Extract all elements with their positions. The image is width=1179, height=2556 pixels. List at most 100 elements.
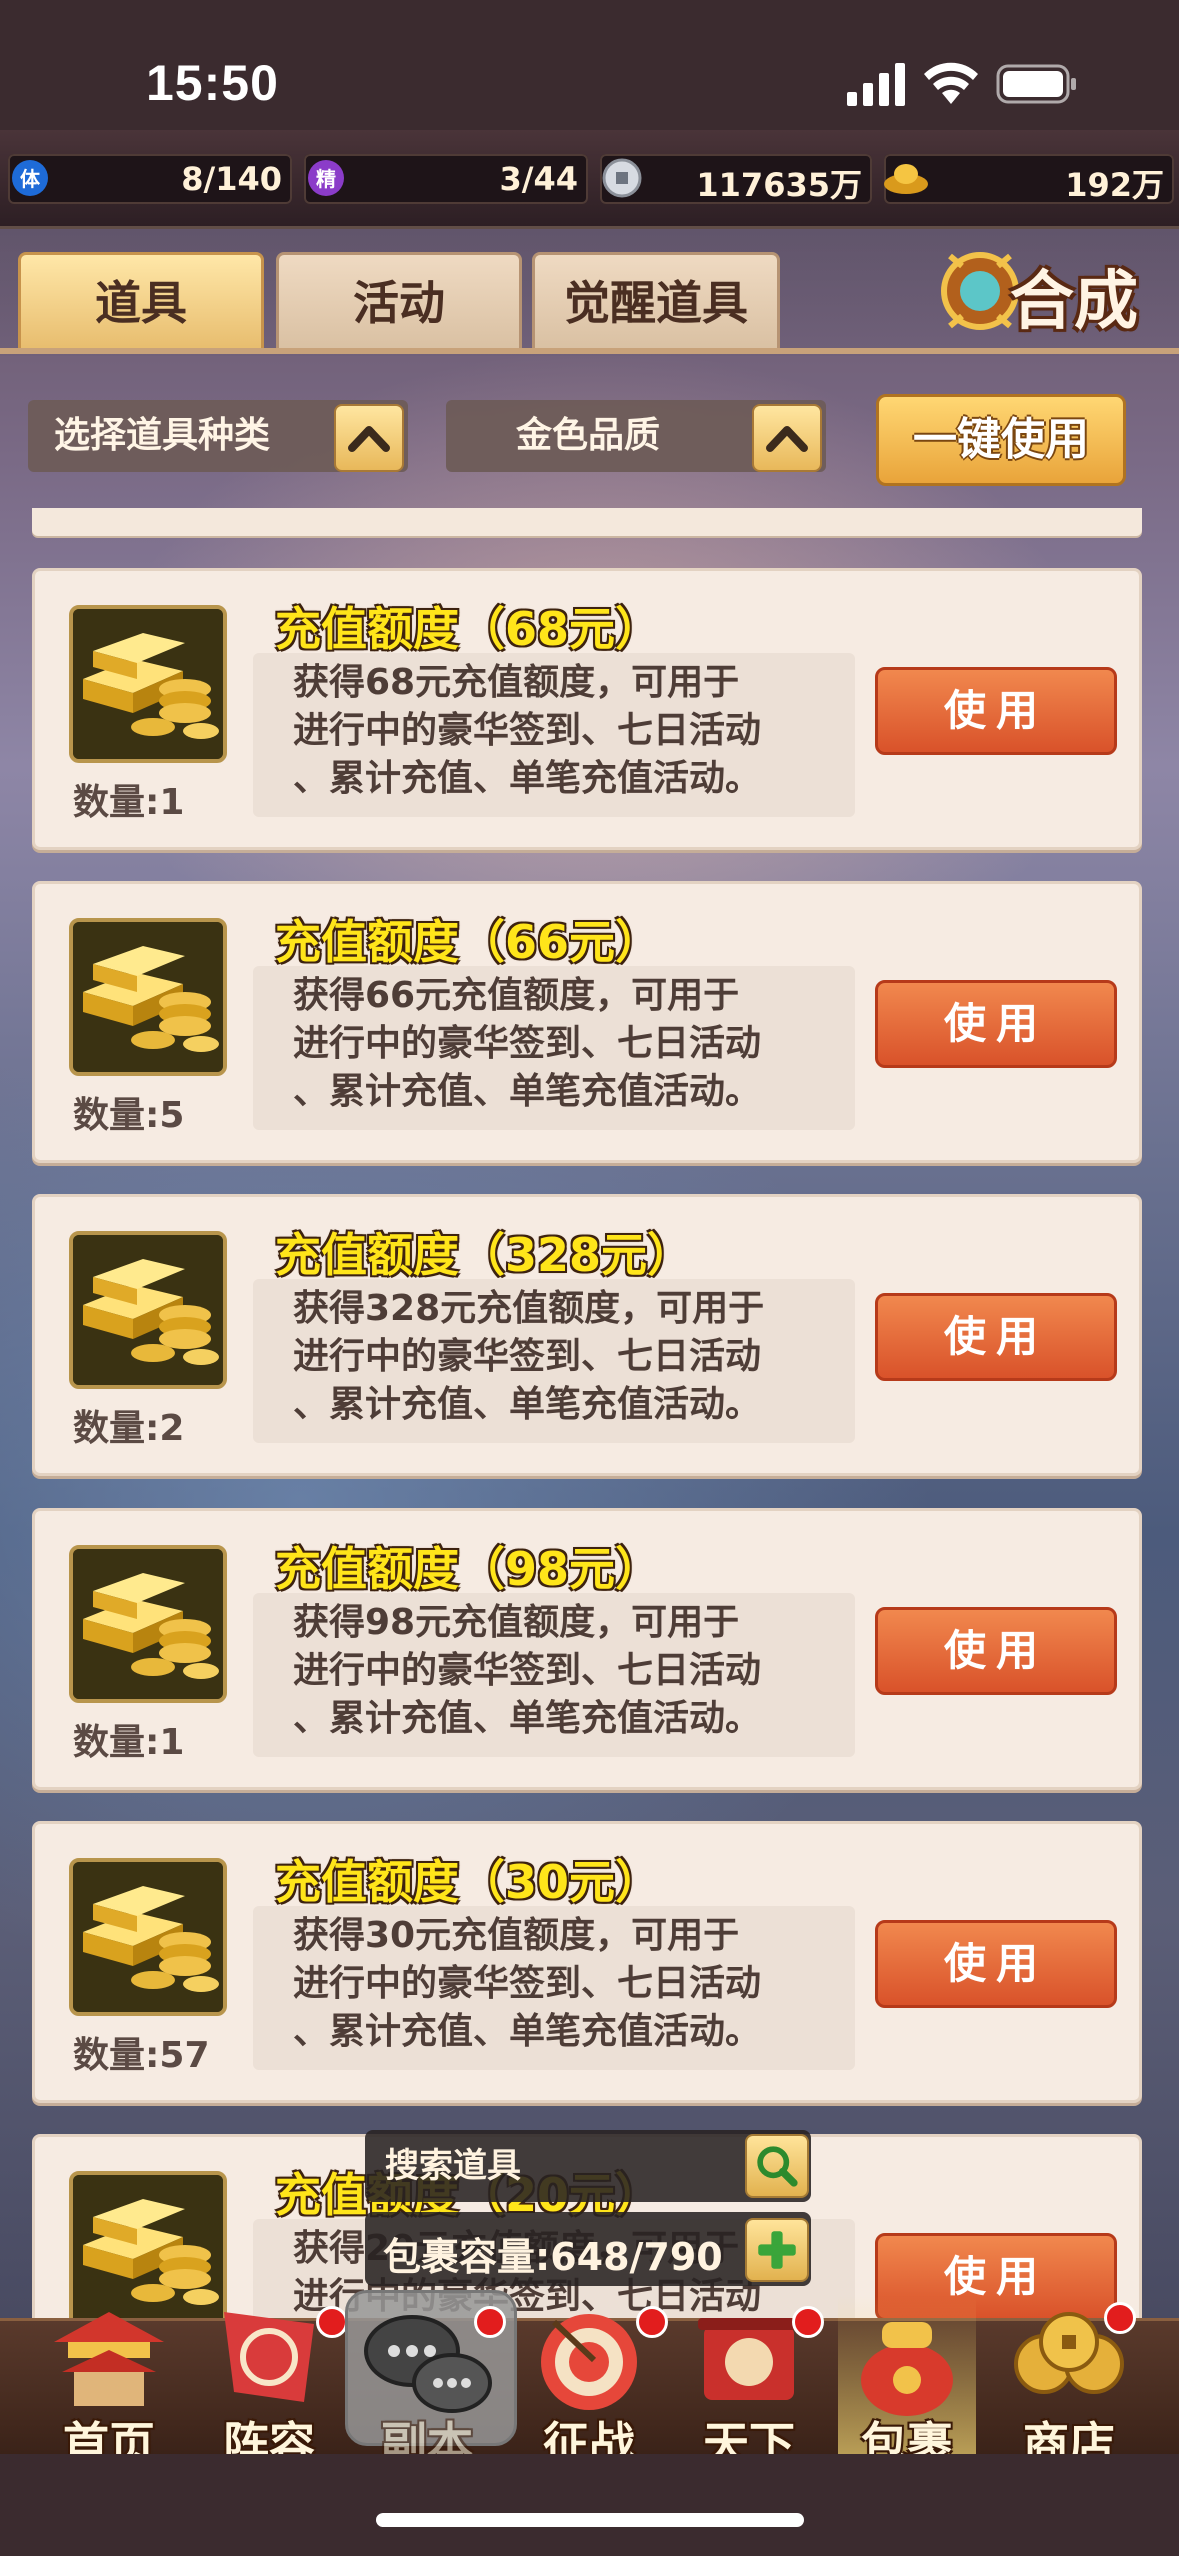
item-card: 数量:57 充值额度（30元） 获得30元充值额度，可用于 进行中的豪华签到、七… bbox=[32, 1821, 1142, 2103]
svg-text:体: 体 bbox=[20, 167, 41, 191]
use-button[interactable]: 使用 bbox=[875, 667, 1117, 755]
signal-icon bbox=[847, 63, 905, 106]
item-description-line: 获得328元充值额度，可用于 bbox=[293, 1288, 765, 1329]
item-title: 充值额度（98元） bbox=[275, 1542, 662, 1596]
nav-shop[interactable]: 商店 bbox=[994, 2296, 1144, 2471]
item-description-line: 获得68元充值额度，可用于 bbox=[293, 662, 740, 703]
use-button[interactable]: 使用 bbox=[875, 1920, 1117, 2008]
item-description: 获得30元充值额度，可用于 进行中的豪华签到、七日活动 、累计充值、单笔充值活动… bbox=[253, 1906, 855, 2070]
item-card: 数量:1 充值额度（98元） 获得98元充值额度，可用于 进行中的豪华签到、七日… bbox=[32, 1508, 1142, 1790]
wifi-icon bbox=[924, 62, 978, 104]
item-card: 数量:1 充值额度（68元） 获得68元充值额度，可用于 进行中的豪华签到、七日… bbox=[32, 568, 1142, 850]
status-bar: 15:50 bbox=[0, 0, 1179, 130]
item-quantity: 数量:2 bbox=[73, 1408, 185, 1449]
palace-icon bbox=[54, 2312, 164, 2406]
silver-counter[interactable]: 117635万 bbox=[600, 154, 872, 204]
nav-campaign[interactable]: 征战 bbox=[514, 2296, 668, 2471]
notification-badge bbox=[1104, 2302, 1136, 2334]
energy-counter[interactable]: 精 3/44 bbox=[304, 154, 588, 204]
item-description: 获得328元充值额度，可用于 进行中的豪华签到、七日活动 、累计充值、单笔充值活… bbox=[253, 1279, 855, 1443]
gold-value: 192万 bbox=[1065, 166, 1164, 204]
nav-bag[interactable]: 包裹 bbox=[832, 2296, 982, 2471]
chevron-up-icon[interactable] bbox=[334, 404, 404, 472]
svg-text:精: 精 bbox=[316, 167, 336, 191]
stamina-counter[interactable]: 体 8/140 bbox=[8, 154, 292, 204]
item-description: 获得66元充值额度，可用于 进行中的豪华签到、七日活动 、累计充值、单笔充值活动… bbox=[253, 966, 855, 1130]
tab-activity[interactable]: 活动 bbox=[276, 252, 522, 354]
item-icon-frame[interactable] bbox=[69, 605, 227, 763]
item-icon-frame[interactable] bbox=[69, 1545, 227, 1703]
bottom-safe-area bbox=[0, 2454, 1179, 2556]
status-time: 15:50 bbox=[146, 55, 279, 111]
item-description-line: 进行中的豪华签到、七日活动 bbox=[293, 710, 762, 751]
item-quantity: 数量:5 bbox=[73, 1095, 185, 1136]
silver-value: 117635万 bbox=[696, 166, 862, 204]
target-icon bbox=[541, 2314, 637, 2410]
item-icon-frame[interactable] bbox=[69, 918, 227, 1076]
notification-badge bbox=[636, 2306, 668, 2338]
item-quantity: 数量:57 bbox=[73, 2035, 210, 2076]
bag-icon bbox=[861, 2322, 953, 2416]
bag-capacity-label: 包裹容量:648/790 bbox=[383, 2235, 723, 2279]
silver-coin-icon bbox=[602, 158, 642, 198]
item-icon-frame[interactable] bbox=[69, 1231, 227, 1389]
gold-bars-icon bbox=[73, 1235, 223, 1385]
item-type-filter[interactable]: 选择道具种类 bbox=[28, 400, 408, 472]
item-description-line: 获得30元充值额度，可用于 bbox=[293, 1915, 740, 1956]
item-title: 充值额度（68元） bbox=[275, 602, 662, 656]
item-description-line: 获得98元充值额度，可用于 bbox=[293, 1602, 740, 1643]
home-indicator[interactable] bbox=[376, 2513, 804, 2527]
item-title: 充值额度（66元） bbox=[275, 915, 662, 969]
nav-world[interactable]: 天下 bbox=[674, 2296, 824, 2471]
chevron-up-icon[interactable] bbox=[752, 404, 822, 472]
item-description: 获得98元充值额度，可用于 进行中的豪华签到、七日活动 、累计充值、单笔充值活动… bbox=[253, 1593, 855, 1757]
gold-ingot-icon bbox=[884, 164, 928, 194]
banner-icon bbox=[224, 2312, 314, 2402]
plus-icon[interactable] bbox=[745, 2218, 809, 2282]
quality-filter-label: 金色品质 bbox=[516, 415, 661, 456]
gold-bars-icon bbox=[73, 609, 223, 759]
tab-items[interactable]: 道具 bbox=[18, 252, 264, 354]
item-description-line: 进行中的豪华签到、七日活动 bbox=[293, 1336, 762, 1377]
nav-lineup[interactable]: 阵容 bbox=[194, 2296, 348, 2471]
gold-bars-icon bbox=[73, 1549, 223, 1699]
item-icon-frame[interactable] bbox=[69, 1858, 227, 2016]
search-icon[interactable] bbox=[745, 2134, 809, 2198]
item-card: 数量:5 充值额度（66元） 获得66元充值额度，可用于 进行中的豪华签到、七日… bbox=[32, 881, 1142, 1163]
item-description-line: 进行中的豪华签到、七日活动 bbox=[293, 1023, 762, 1064]
item-description: 获得68元充值额度，可用于 进行中的豪华签到、七日活动 、累计充值、单笔充值活动… bbox=[253, 653, 855, 817]
nav-home[interactable]: 首页 bbox=[34, 2296, 184, 2471]
use-button[interactable]: 使用 bbox=[875, 1293, 1117, 1381]
item-quantity: 数量:1 bbox=[73, 1722, 185, 1763]
nav-dungeon[interactable]: 副本 bbox=[352, 2296, 506, 2471]
quality-filter[interactable]: 金色品质 bbox=[446, 400, 826, 472]
item-description-line: 进行中的豪华签到、七日活动 bbox=[293, 1963, 762, 2004]
energy-value: 3/44 bbox=[499, 160, 578, 198]
tab-underline bbox=[0, 348, 1179, 354]
list-item-partial bbox=[32, 508, 1142, 536]
search-input[interactable] bbox=[385, 2140, 725, 2192]
item-quantity: 数量:1 bbox=[73, 782, 185, 823]
item-title: 充值额度（328元） bbox=[275, 1228, 694, 1282]
item-description-line: 、累计充值、单笔充值活动。 bbox=[293, 2011, 762, 2052]
item-description-line: 、累计充值、单笔充值活动。 bbox=[293, 1071, 762, 1112]
use-button[interactable]: 使用 bbox=[875, 980, 1117, 1068]
gold-bars-icon bbox=[73, 1862, 223, 2012]
synthesis-label[interactable]: 合成 bbox=[1010, 250, 1138, 342]
item-card: 数量:2 充值额度（328元） 获得328元充值额度，可用于 进行中的豪华签到、… bbox=[32, 1194, 1142, 1476]
gold-bars-icon bbox=[73, 922, 223, 1072]
notification-badge bbox=[474, 2306, 506, 2338]
use-button[interactable]: 使用 bbox=[875, 1607, 1117, 1695]
battery-icon bbox=[996, 64, 1076, 104]
resource-bar: 体 8/140 精 3/44 117635万 192万 bbox=[0, 130, 1179, 229]
notification-badge bbox=[316, 2306, 348, 2338]
search-box[interactable] bbox=[365, 2130, 811, 2202]
item-type-filter-label: 选择道具种类 bbox=[54, 415, 271, 456]
notification-badge bbox=[792, 2306, 824, 2338]
gold-counter[interactable]: 192万 bbox=[884, 154, 1174, 204]
tab-awakening-items[interactable]: 觉醒道具 bbox=[532, 252, 780, 354]
stamina-value: 8/140 bbox=[181, 160, 282, 198]
item-description-line: 、累计充值、单笔充值活动。 bbox=[293, 1384, 762, 1425]
use-all-button[interactable]: 一键使用 bbox=[876, 394, 1126, 486]
energy-icon: 精 bbox=[308, 160, 344, 196]
